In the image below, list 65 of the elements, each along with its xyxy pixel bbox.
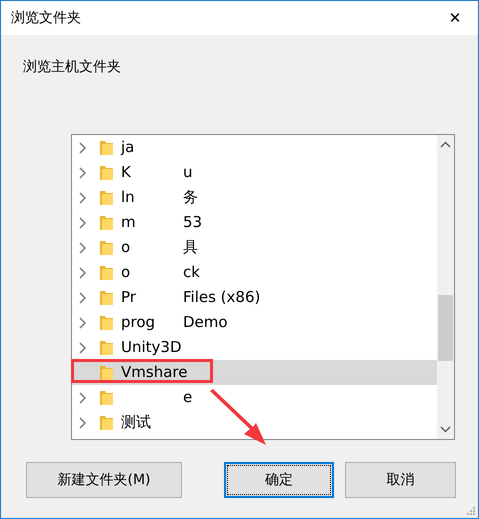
chevron-icon[interactable]	[77, 192, 87, 204]
folder-icon	[100, 240, 113, 255]
folder-name: e	[183, 387, 192, 408]
folder-row[interactable]: o 具	[72, 235, 437, 260]
folder-row[interactable]: ja	[72, 135, 437, 160]
cancel-button[interactable]: 取消	[345, 462, 456, 498]
folder-name: 53	[183, 212, 202, 234]
folder-icon	[100, 340, 113, 355]
folder-name: ck	[183, 262, 200, 284]
chevron-icon[interactable]	[77, 216, 87, 228]
folder-name: K	[121, 162, 132, 184]
chevron-icon[interactable]	[77, 316, 87, 328]
folder-name: 测试	[121, 412, 152, 434]
folder-icon	[100, 265, 113, 280]
folder-name: prog	[121, 312, 156, 334]
folder-row[interactable]: Vmshare	[72, 360, 437, 385]
folder-row[interactable]: K u	[72, 160, 437, 185]
folder-row[interactable]: o ck	[72, 260, 437, 285]
new-folder-button[interactable]: 新建文件夹(M)	[26, 462, 182, 498]
resize-grip-icon[interactable]	[466, 506, 476, 516]
chevron-icon[interactable]	[77, 292, 87, 304]
folder-name: Vmshare	[121, 362, 188, 384]
folder-row[interactable]: m 53	[72, 210, 437, 235]
folder-name: ln	[121, 187, 136, 208]
folder-icon	[100, 215, 113, 230]
folder-name: Demo	[183, 312, 228, 334]
folder-name: o	[121, 262, 132, 284]
folder-icon	[100, 190, 113, 205]
folder-icon	[100, 290, 113, 305]
folder-name: Unity3D	[121, 337, 183, 358]
chevron-icon[interactable]	[77, 392, 87, 404]
folder-name: ja	[121, 137, 136, 158]
ok-button[interactable]: 确定	[224, 462, 334, 498]
folder-icon	[100, 165, 113, 180]
chevron-icon[interactable]	[77, 416, 87, 428]
folder-name: m	[121, 212, 137, 234]
chevron-icon[interactable]	[77, 342, 87, 354]
folder-row[interactable]: e	[72, 385, 437, 410]
folder-row[interactable]: Pr Files (x86)	[72, 285, 437, 310]
scroll-up-icon[interactable]	[440, 139, 451, 150]
description-text: 浏览主机文件夹	[23, 58, 122, 77]
chevron-icon[interactable]	[77, 142, 87, 154]
scrollbar-thumb[interactable]	[438, 295, 453, 361]
folder-row[interactable]: prog Demo	[72, 310, 437, 335]
folder-name: 具	[183, 237, 198, 258]
folder-name: Pr	[121, 287, 137, 308]
chevron-icon[interactable]	[77, 266, 87, 278]
folder-name: u	[183, 162, 193, 184]
folder-icon	[100, 140, 113, 155]
chevron-icon[interactable]	[77, 242, 87, 254]
scrollbar[interactable]	[437, 135, 454, 439]
folder-icon	[100, 415, 113, 430]
folder-name: o	[121, 237, 132, 258]
close-button[interactable]: ✕	[432, 1, 478, 35]
chevron-icon[interactable]	[77, 166, 87, 178]
folder-name: 务	[183, 187, 198, 208]
folder-icon	[100, 315, 113, 330]
folder-row[interactable]: 测试	[72, 410, 437, 435]
folder-name: Files (x86)	[183, 287, 260, 308]
scroll-down-icon[interactable]	[440, 424, 451, 435]
folder-row[interactable]: ln 务	[72, 185, 437, 210]
folder-icon	[100, 390, 113, 405]
window-title: 浏览文件夹	[10, 8, 81, 28]
folder-icon	[100, 365, 113, 380]
folder-row[interactable]: Unity3D	[72, 335, 437, 360]
